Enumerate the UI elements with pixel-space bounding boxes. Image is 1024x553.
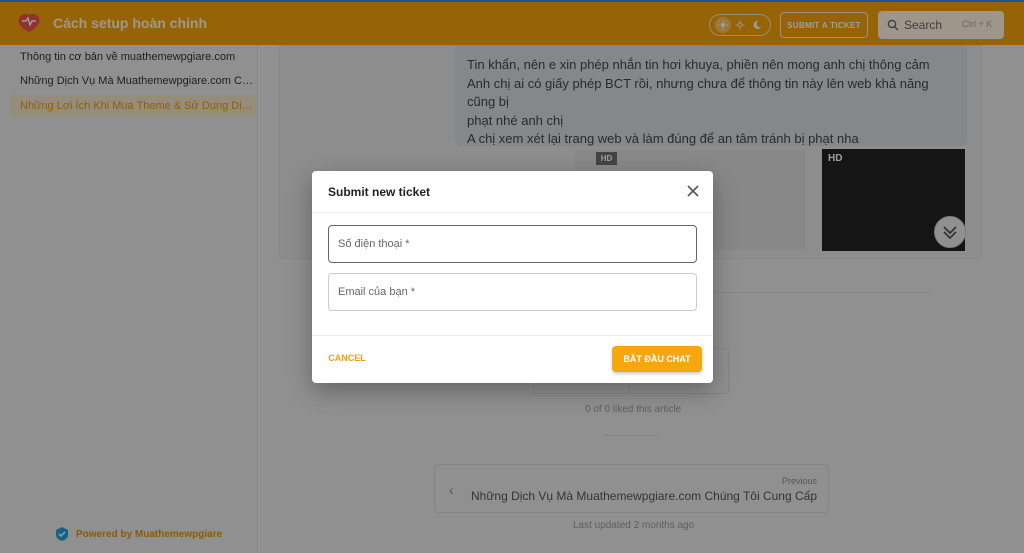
close-icon[interactable] <box>686 184 700 198</box>
start-chat-button[interactable]: BẮT ĐẦU CHAT <box>612 346 702 372</box>
phone-field[interactable] <box>328 225 697 263</box>
modal-title: Submit new ticket <box>328 185 431 199</box>
email-input[interactable] <box>329 274 696 310</box>
divider <box>312 212 713 213</box>
divider <box>312 335 713 336</box>
cancel-button[interactable]: CANCEL <box>324 349 370 367</box>
submit-ticket-modal: Submit new ticket CANCEL BẮT ĐẦU CHAT <box>312 171 713 383</box>
phone-input[interactable] <box>329 226 696 262</box>
email-field[interactable] <box>328 273 697 311</box>
